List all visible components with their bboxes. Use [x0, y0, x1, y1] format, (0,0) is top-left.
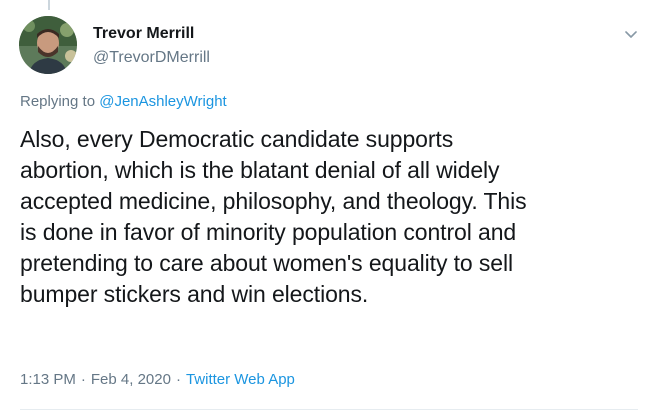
divider — [20, 409, 638, 410]
tweet-text-line: Also, every Democratic candidate support… — [20, 126, 454, 152]
tweet-source-link[interactable]: Twitter Web App — [186, 371, 295, 388]
author-display-name[interactable]: Trevor Merrill — [93, 23, 210, 44]
tweet-text-line: pretending to care about women's equalit… — [20, 250, 514, 276]
tweet-date[interactable]: Feb 4, 2020 — [91, 371, 171, 388]
meta-separator: · — [80, 371, 86, 388]
tweet-text-line: accepted medicine, philosophy, and theol… — [20, 188, 527, 214]
avatar-image — [19, 16, 77, 74]
chevron-down-icon[interactable] — [621, 24, 641, 44]
tweet-text-line: bumper stickers and win elections. — [20, 281, 369, 307]
author-handle[interactable]: @TrevorDMerrill — [93, 47, 210, 68]
tweet-meta: 1:13 PM · Feb 4, 2020 · Twitter Web App — [20, 370, 295, 390]
reply-context-prefix: Replying to — [20, 93, 100, 110]
tweet: Trevor Merrill @TrevorDMerrill Replying … — [0, 0, 658, 414]
reply-context: Replying to @JenAshleyWright — [20, 92, 227, 112]
tweet-text-line: abortion, which is the blatant denial of… — [20, 157, 500, 183]
author-block: Trevor Merrill @TrevorDMerrill — [93, 23, 210, 68]
reply-to-handle-link[interactable]: @JenAshleyWright — [99, 93, 227, 110]
tweet-time[interactable]: 1:13 PM — [20, 371, 76, 388]
thread-connector-line — [48, 0, 50, 10]
tweet-text: Also, every Democratic candidate support… — [20, 124, 650, 310]
meta-separator: · — [175, 371, 181, 388]
tweet-text-line: is done in favor of minority population … — [20, 219, 517, 245]
avatar[interactable] — [19, 16, 77, 74]
